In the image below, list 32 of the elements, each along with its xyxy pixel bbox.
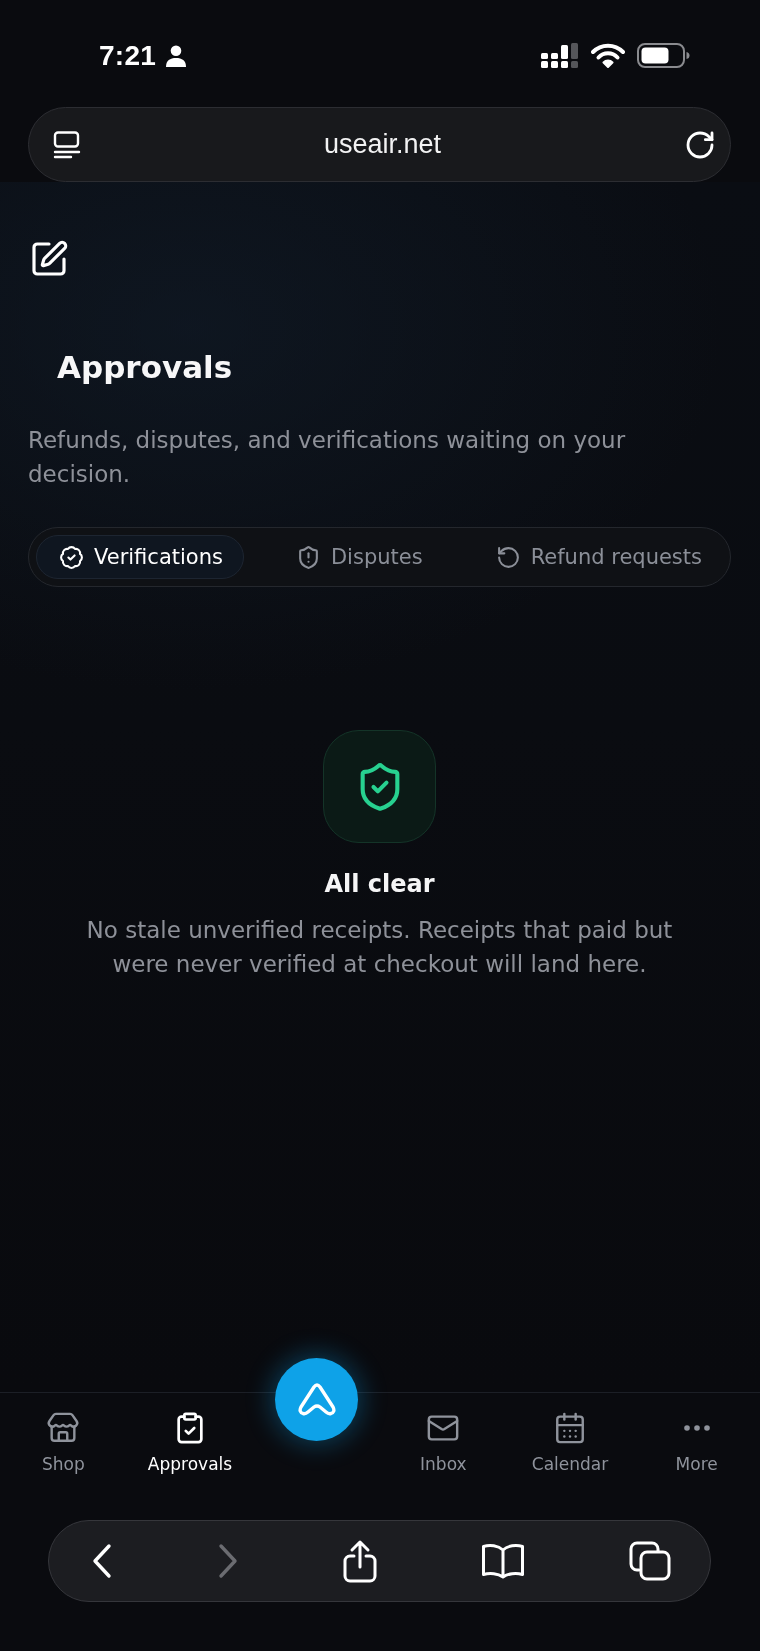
back-icon[interactable] <box>91 1543 113 1579</box>
nav-item[interactable]: More <box>633 1393 760 1504</box>
page-title: Approvals <box>57 348 234 387</box>
calendar-icon <box>553 1411 587 1445</box>
share-icon[interactable] <box>343 1539 377 1583</box>
status-time: 7:21 <box>99 39 157 72</box>
edit-icon[interactable] <box>29 239 69 279</box>
more-dots-icon <box>683 1425 710 1431</box>
tabs-icon[interactable] <box>629 1541 671 1581</box>
empty-state-message: No stale unverified receipts. Receipts that paid but were never verified at checkout will land here. <box>85 916 674 979</box>
page-subtitle: Refunds, disputes, and verifications waiting on your decision. <box>28 426 627 489</box>
person-icon <box>165 44 188 67</box>
battery-icon <box>637 43 690 68</box>
store-icon <box>46 1411 81 1445</box>
nav-item[interactable]: Approvals <box>126 1393 254 1504</box>
badge-check-icon <box>59 544 84 570</box>
signal-icon <box>541 43 579 68</box>
nav-item[interactable]: Inbox <box>380 1393 507 1504</box>
tab[interactable]: Refund requests <box>472 535 723 579</box>
empty-state-title: All clear <box>324 869 435 900</box>
address-bar[interactable]: useair.net <box>28 107 731 182</box>
logo-icon <box>297 1383 336 1416</box>
nav-item[interactable]: Calendar <box>506 1393 634 1504</box>
url-text: useair.net <box>322 129 443 160</box>
wifi-icon <box>591 43 625 68</box>
shield-check-icon <box>323 730 436 843</box>
nav-item[interactable]: Shop <box>0 1393 127 1504</box>
open-book-icon[interactable] <box>481 1543 525 1579</box>
tab[interactable]: Verifications <box>36 535 244 579</box>
counterclockwise-arrow-icon <box>495 544 521 570</box>
page-format-icon[interactable] <box>53 130 81 159</box>
tab[interactable]: Disputes <box>272 535 444 579</box>
